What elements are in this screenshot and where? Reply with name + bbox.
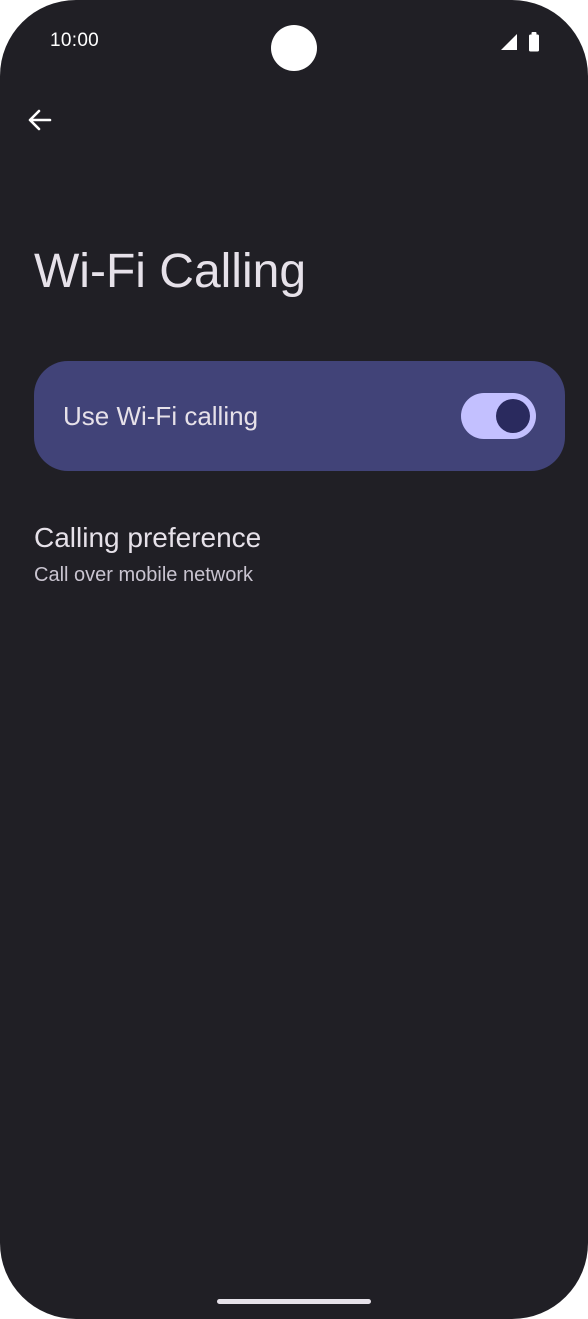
status-icons [500,32,540,52]
status-bar: 10:00 [0,0,588,84]
arrow-back-icon [27,107,53,138]
signal-icon [500,33,518,51]
battery-icon [528,32,540,52]
camera-cutout [271,25,317,71]
calling-preference-item[interactable]: Calling preference Call over mobile netw… [34,518,554,598]
status-time: 10:00 [50,30,100,51]
calling-preference-title: Calling preference [34,522,262,553]
wifi-calling-toggle-label: Use Wi-Fi calling [63,401,259,431]
wifi-calling-toggle-row[interactable]: Use Wi-Fi calling [34,361,565,471]
back-button[interactable] [16,98,64,146]
wifi-calling-switch[interactable] [461,393,536,439]
phone-screen: 10:00 Wi-Fi Calling Use Wi-Fi calling Ca… [0,0,588,1319]
page-title: Wi-Fi Calling [34,245,307,298]
gesture-nav-handle[interactable] [217,1299,371,1304]
switch-thumb [496,399,530,433]
calling-preference-summary: Call over mobile network [34,564,253,586]
